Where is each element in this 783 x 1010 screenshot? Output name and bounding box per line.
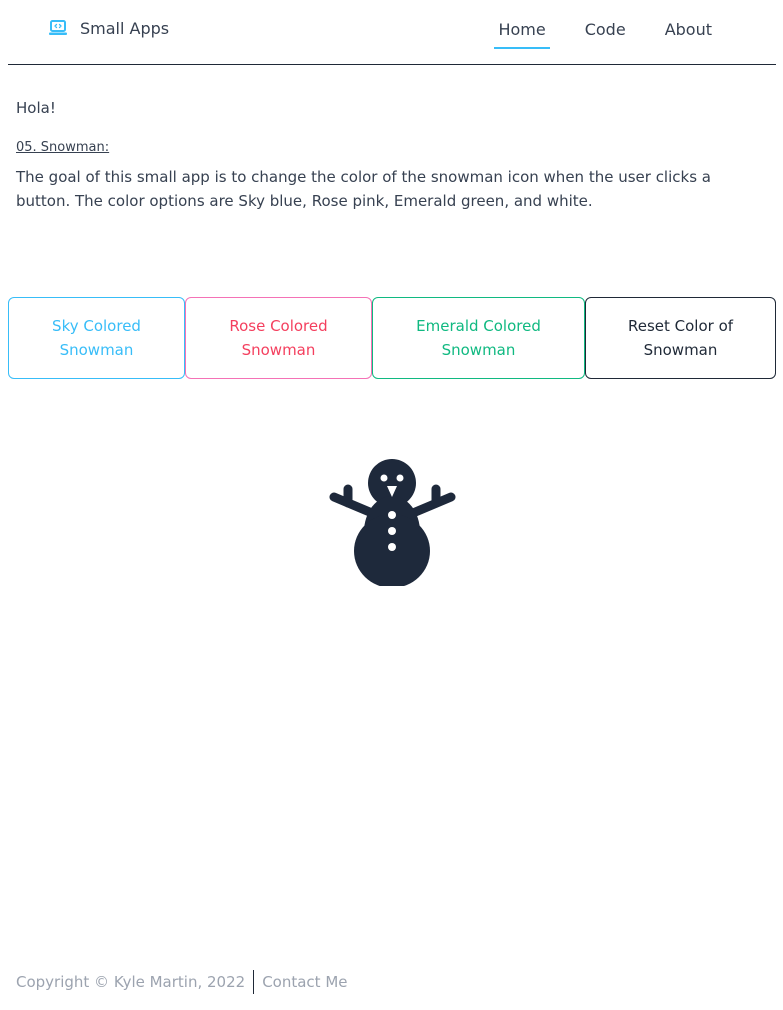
snowman-icon [328, 459, 457, 588]
reset-color-button[interactable]: Reset Color of Snowman [585, 297, 776, 379]
rose-button-label: Rose Colored Snowman [229, 317, 328, 359]
brand[interactable]: Small Apps [48, 18, 169, 38]
contact-me-link[interactable]: Contact Me [262, 973, 347, 991]
sky-button-label: Sky Colored Snowman [52, 317, 141, 359]
site-footer: Copyright © Kyle Martin, 2022 Contact Me [16, 970, 348, 994]
app-title: 05. Snowman: [16, 140, 110, 155]
app-description: The goal of this small app is to change … [16, 168, 711, 210]
copyright-text: Copyright © Kyle Martin, 2022 [16, 973, 246, 991]
laptop-code-icon [49, 20, 67, 35]
nav-code[interactable]: Code [581, 18, 630, 49]
sky-color-button[interactable]: Sky Colored Snowman [8, 297, 185, 379]
emerald-color-button[interactable]: Emerald Colored Snowman [372, 297, 585, 379]
main-content: Hola! 05. Snowman: The goal of this smal… [16, 96, 762, 213]
rose-color-button[interactable]: Rose Colored Snowman [185, 297, 372, 379]
color-button-row: Sky Colored Snowman Rose Colored Snowman… [8, 297, 776, 379]
footer-divider [253, 970, 255, 994]
site-header: Small Apps Home Code About [8, 0, 776, 65]
nav-home[interactable]: Home [494, 18, 550, 49]
nav-about[interactable]: About [661, 18, 716, 49]
main-nav: Home Code About [463, 18, 716, 49]
brand-name: Small Apps [80, 18, 170, 38]
reset-button-label: Reset Color of Snowman [627, 317, 734, 359]
emerald-button-label: Emerald Colored Snowman [416, 317, 541, 359]
greeting: Hola! [16, 99, 56, 117]
